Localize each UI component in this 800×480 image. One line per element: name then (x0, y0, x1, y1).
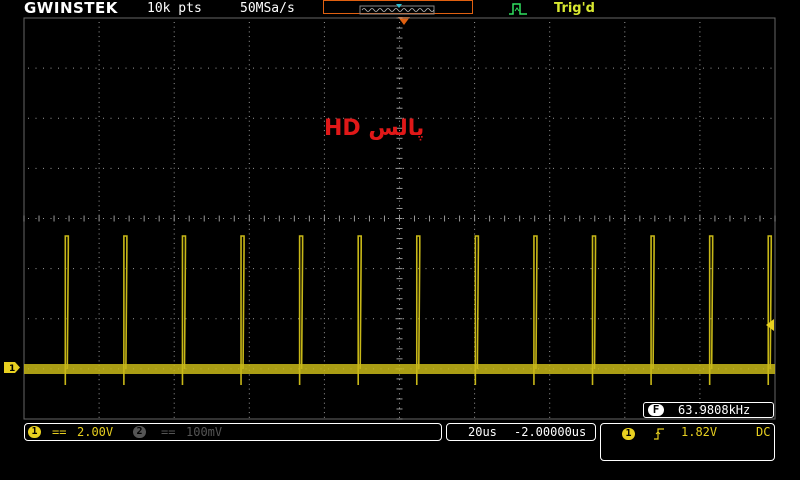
horizontal-position: -2.00000us (514, 425, 587, 439)
trigger-info-box[interactable]: 1 1.82V DC (600, 423, 775, 461)
pulse-9 (591, 235, 597, 385)
bottom-info-bar: 1 == 2.00V 2 == 100mV 20us -2.00000us 1 … (0, 421, 800, 480)
ch2-scale: 100mV (186, 425, 223, 439)
pulse-5 (357, 235, 362, 385)
ch2-badge[interactable]: 2 (133, 426, 146, 438)
frequency-value: 63.9808kHz (678, 403, 751, 417)
ch2-coupling-icon: == (161, 425, 176, 439)
ch1-scale: 2.00V (77, 425, 114, 439)
overlay-title: پالس HD (324, 116, 425, 141)
timebase-box[interactable]: 20us -2.00000us (446, 423, 596, 441)
rising-edge-icon (654, 428, 664, 440)
trigger-level-marker[interactable] (766, 319, 774, 331)
trigger-source-badge: 1 (622, 428, 635, 440)
frequency-measurement[interactable]: F 63.9808kHz (643, 402, 774, 418)
channel-info-box[interactable]: 1 == 2.00V 2 == 100mV (24, 423, 442, 441)
trigger-coupling: DC (756, 425, 771, 439)
pulse-3 (240, 235, 245, 385)
time-per-division: 20us (468, 425, 497, 439)
ch1-ground-marker[interactable]: 1 (4, 362, 20, 373)
ch1-badge[interactable]: 1 (28, 426, 41, 438)
pulse-8 (533, 235, 538, 385)
pulse-2 (181, 235, 187, 385)
trace-baseline (24, 364, 775, 374)
pulse-1 (123, 235, 128, 385)
pulse-12 (767, 235, 773, 385)
ch1-coupling-icon: == (52, 425, 67, 439)
pulse-6 (415, 235, 421, 385)
pulse-7 (474, 235, 480, 385)
pulse-11 (708, 235, 714, 385)
graticule (23, 17, 776, 420)
pulse-0 (64, 235, 70, 385)
measurement-badge: F (648, 404, 664, 416)
trigger-level: 1.82V (681, 425, 718, 439)
pulse-4 (298, 235, 304, 385)
svg-text:1: 1 (9, 364, 15, 373)
pulse-10 (650, 235, 655, 385)
